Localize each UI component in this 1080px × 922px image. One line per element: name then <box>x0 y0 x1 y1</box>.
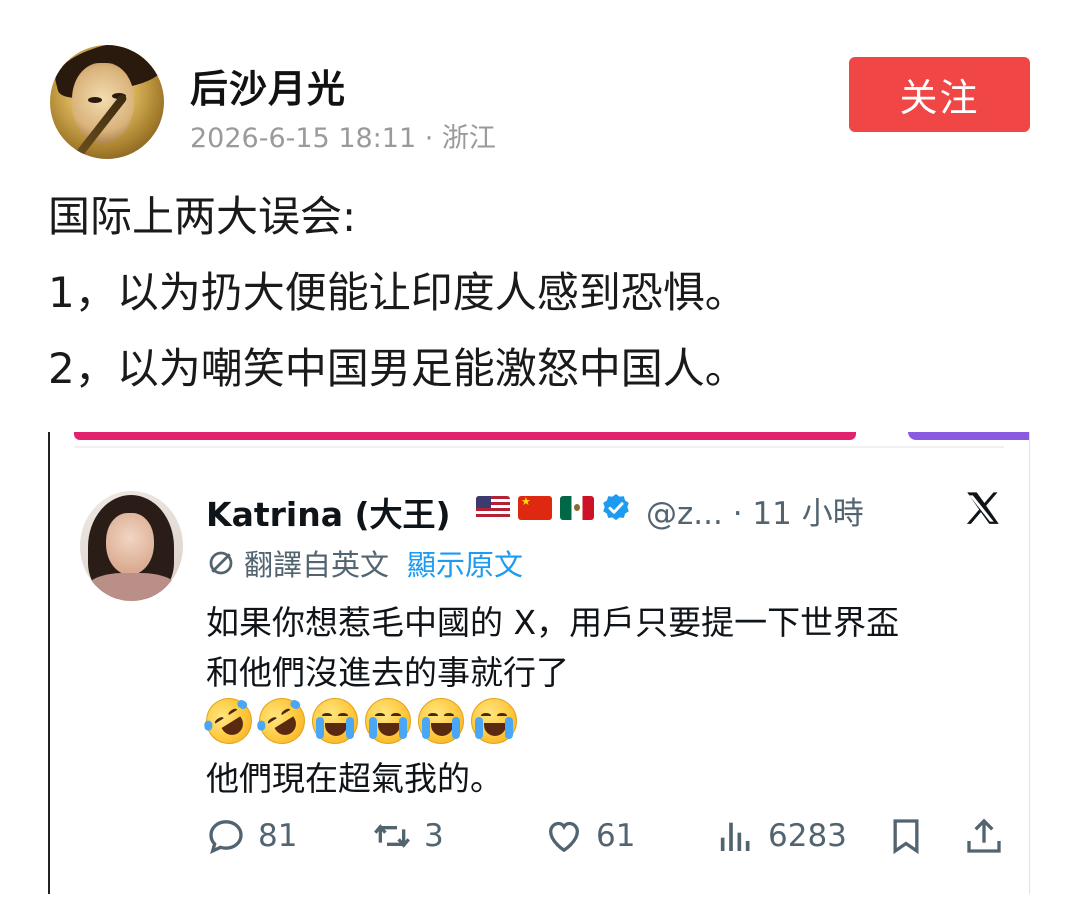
like-button[interactable]: 61 <box>544 816 635 856</box>
embedded-tweet-image[interactable]: Katrina (大王) @z... · 11 小時 翻譯自英文 顯示原文 如果… <box>48 432 1030 894</box>
reply-count: 81 <box>258 818 298 854</box>
tweet-handle[interactable]: @z... <box>646 496 723 532</box>
avatar-face <box>106 513 154 575</box>
post-timestamp: 2026-6-15 18:11 <box>190 123 417 154</box>
post-meta: 2026-6-15 18:11 · 浙江 <box>190 116 496 155</box>
retweet-count: 3 <box>424 818 444 854</box>
post-text-line-3: 2，以为嘲笑中国男足能激怒中国人。 <box>48 344 747 393</box>
x-logo-icon <box>966 492 999 524</box>
share-icon <box>967 818 1001 853</box>
reply-button[interactable]: 81 <box>206 816 297 856</box>
post-text-line-2: 1，以为扔大便能让印度人感到恐惧。 <box>48 268 747 317</box>
tweet-time: · 11 小時 <box>732 496 864 532</box>
translation-row: 翻譯自英文 顯示原文 <box>206 542 523 584</box>
tweet-text-line-1: 如果你想惹毛中國的 X，用戶只要提一下世界盃 <box>206 603 900 642</box>
translated-from-label: 翻譯自英文 <box>244 548 390 582</box>
post-text-line-1: 国际上两大误会: <box>48 192 357 241</box>
rofl-emoji-icon <box>197 689 261 753</box>
tweet-author-name[interactable]: Katrina (大王) <box>206 488 451 536</box>
china-flag-icon <box>518 496 552 520</box>
tweet-text-line-3: 他們現在超氣我的。 <box>206 759 503 798</box>
tweet-text-line-2: 和他們沒進去的事就行了 <box>206 653 569 692</box>
emoji-row <box>197 689 517 753</box>
sob-emoji-icon <box>365 698 411 744</box>
retweet-button[interactable]: 3 <box>372 816 444 856</box>
like-count: 61 <box>596 818 636 854</box>
views-chart-icon <box>720 822 750 851</box>
author-avatar[interactable] <box>50 45 164 159</box>
bookmark-button[interactable] <box>886 816 938 856</box>
tweet-handle-time: @z... · 11 小時 <box>646 488 864 533</box>
translate-slash-icon <box>209 551 233 575</box>
view-count: 6283 <box>768 818 847 854</box>
decorative-purple-bar <box>908 432 1029 440</box>
author-name[interactable]: 后沙月光 <box>190 58 346 113</box>
decorative-pink-bar <box>74 432 856 440</box>
views-button[interactable]: 6283 <box>716 816 847 856</box>
flag-group <box>476 496 594 520</box>
sob-emoji-icon <box>471 698 517 744</box>
follow-button[interactable]: 关注 <box>849 57 1030 132</box>
us-flag-icon <box>476 496 510 520</box>
post-location: 浙江 <box>441 123 496 154</box>
retweet-icon <box>374 824 410 848</box>
tweet-author-avatar[interactable] <box>80 491 183 601</box>
sob-emoji-icon <box>312 698 358 744</box>
avatar-eye <box>88 97 102 103</box>
reply-icon <box>209 820 243 855</box>
share-button[interactable] <box>964 816 1016 856</box>
verified-badge-icon <box>603 494 629 521</box>
show-original-link[interactable]: 顯示原文 <box>407 542 523 584</box>
avatar-face <box>72 63 134 143</box>
bookmark-icon <box>893 819 919 855</box>
sob-emoji-icon <box>418 698 464 744</box>
rofl-emoji-icon <box>250 689 314 753</box>
heart-icon <box>548 821 580 853</box>
tweet-action-bar: 81 3 61 6283 <box>50 816 1029 860</box>
divider <box>74 446 1004 448</box>
meta-separator: · <box>424 123 442 154</box>
avatar-clothing <box>86 573 178 601</box>
mexico-flag-icon <box>560 496 594 520</box>
